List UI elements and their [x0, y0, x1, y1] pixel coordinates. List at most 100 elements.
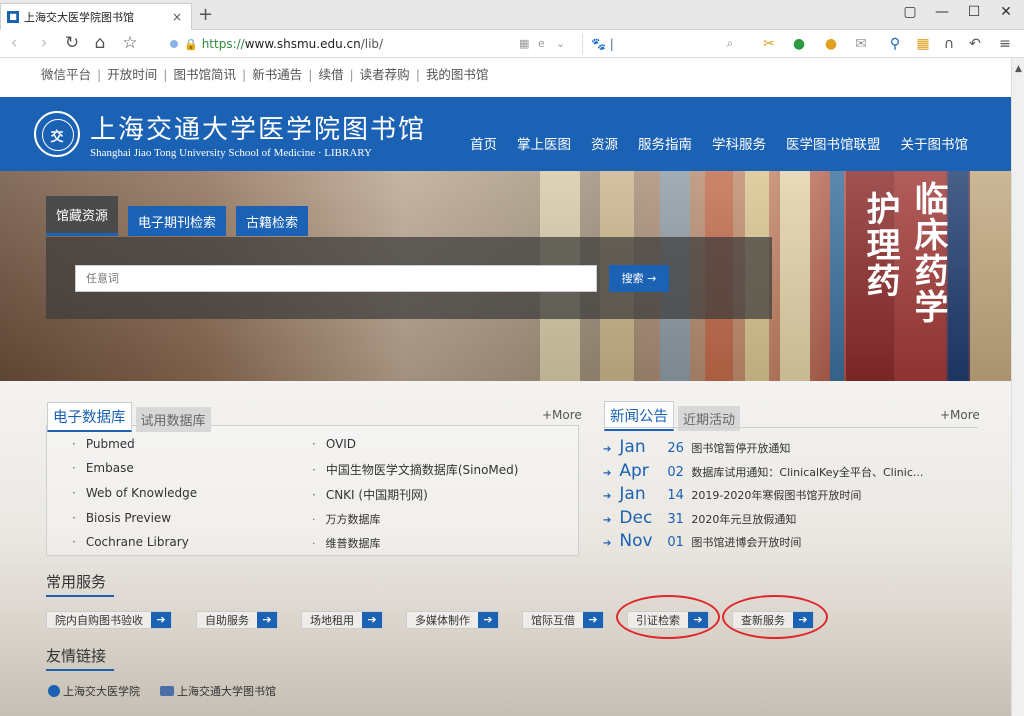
nav-mobile[interactable]: 掌上医图 — [517, 133, 571, 153]
new-tab-button[interactable]: + — [198, 5, 213, 25]
bullet-arrow-icon: ➔ — [603, 468, 612, 479]
search-tabs: 馆藏资源 电子期刊检索 古籍检索 — [46, 196, 318, 236]
friends-title: 友情链接 — [46, 647, 115, 671]
db-link[interactable]: Pubmed — [72, 437, 135, 451]
nav-home[interactable]: 首页 — [470, 133, 497, 153]
bookmark-star-icon[interactable]: ☆ — [120, 33, 140, 53]
top-link-new-books[interactable]: 新书通告 — [252, 67, 302, 82]
minimize-button[interactable]: — — [932, 4, 952, 20]
tab-trial-db[interactable]: 试用数据库 — [135, 407, 211, 432]
service-multimedia[interactable]: 多媒体制作 ➔ — [406, 611, 499, 629]
service-book-acceptance[interactable]: 院内自购图书验收 ➔ — [46, 611, 172, 629]
search-button[interactable]: 搜索 → — [609, 265, 669, 292]
arrow-right-icon: ➔ — [151, 612, 171, 628]
nav-alliance[interactable]: 医学图书馆联盟 — [786, 133, 881, 153]
top-links-bar: 微信平台 | 开放时间 | 图书馆简讯 | 新书通告 | 续借 | 读者荐购 | 我的图书馆 — [41, 67, 489, 82]
close-window-button[interactable]: ✕ — [996, 4, 1016, 20]
url-field[interactable]: 🔒 https://www.shsmu.edu.cn/lib/ — [170, 35, 570, 53]
db-link[interactable]: 万方数据库 — [312, 511, 381, 527]
tab-title: 上海交大医学院图书馆 — [24, 11, 134, 24]
highlight-circle-novelty — [722, 595, 828, 639]
bullet-arrow-icon: ➔ — [603, 444, 612, 455]
top-link-wechat[interactable]: 微信平台 — [41, 67, 91, 82]
browser-tab[interactable]: ■ 上海交大医学院图书馆 × — [0, 3, 192, 30]
service-venue-rental[interactable]: 场地租用 ➔ — [301, 611, 383, 629]
friend-link-sjtu-lib[interactable]: 上海交通大学图书馆 — [160, 683, 276, 699]
tab-electronic-db[interactable]: 电子数据库 — [47, 402, 132, 432]
db-link[interactable]: Web of Knowledge — [72, 486, 197, 500]
url-protocol: https:// — [201, 37, 245, 51]
top-link-briefing[interactable]: 图书馆简讯 — [173, 67, 236, 82]
dropdown-icon[interactable]: ⌄ — [556, 37, 565, 50]
nav-service-guide[interactable]: 服务指南 — [638, 133, 692, 153]
shsmu-logo-icon — [48, 685, 60, 697]
arrow-right-icon: ➔ — [257, 612, 277, 628]
url-path: /lib/ — [360, 37, 384, 51]
translate-icon[interactable]: ● — [790, 35, 808, 53]
top-link-recommend[interactable]: 读者荐购 — [360, 67, 410, 82]
top-link-renew[interactable]: 续借 — [318, 67, 343, 82]
news-item[interactable]: ➔ Jan 26 图书馆暂停开放通知 — [603, 437, 790, 457]
tab-collection[interactable]: 馆藏资源 — [46, 196, 119, 236]
top-link-hours[interactable]: 开放时间 — [107, 67, 157, 82]
database-more-link[interactable]: +More — [542, 408, 582, 422]
qr-code-icon[interactable]: ▦ — [519, 37, 529, 50]
scroll-up-icon[interactable]: ▲ — [1012, 64, 1024, 74]
bullet-arrow-icon: ➔ — [603, 491, 612, 502]
nav-about[interactable]: 关于图书馆 — [901, 133, 969, 153]
home-icon[interactable]: ⌂ — [90, 33, 110, 53]
service-interlibrary-loan[interactable]: 馆际互借 ➔ — [522, 611, 604, 629]
magnifier-icon[interactable]: ⚲ — [886, 35, 904, 53]
news-more-link[interactable]: +More — [940, 408, 980, 422]
nav-resources[interactable]: 资源 — [591, 133, 618, 153]
db-link[interactable]: Cochrane Library — [72, 535, 189, 549]
arrow-right-icon: ➔ — [583, 612, 603, 628]
tab-ejournal[interactable]: 电子期刊检索 — [128, 206, 227, 236]
search-engine-box[interactable]: 🐾 | — [582, 34, 738, 54]
site-info-icon[interactable] — [170, 40, 178, 48]
apps-grid-icon[interactable]: ▦ — [914, 35, 932, 53]
window-mode-icon[interactable]: ▢ — [900, 4, 920, 20]
db-link[interactable]: OVID — [312, 437, 356, 451]
undo-icon[interactable]: ↶ — [966, 35, 984, 53]
main-nav: 首页 掌上医图 资源 服务指南 学科服务 医学图书馆联盟 关于图书馆 — [450, 133, 968, 153]
db-link[interactable]: Biosis Preview — [72, 511, 171, 525]
url-host: www.shsmu.edu.cn — [244, 37, 361, 51]
news-item[interactable]: ➔ Nov 01 图书馆进博会开放时间 — [603, 531, 801, 551]
user-icon[interactable]: ∩ — [940, 35, 958, 53]
forward-icon[interactable]: › — [34, 33, 54, 53]
site-header: 交 上海交通大学医学院图书馆 Shanghai Jiao Tong Univer… — [0, 97, 1011, 171]
search-icon[interactable]: ⌕ — [720, 33, 740, 53]
lock-icon: 🔒 — [184, 37, 198, 51]
book-spine-1: 护理药 — [860, 191, 900, 299]
friend-link-shsmu[interactable]: 上海交大医学院 — [48, 683, 140, 699]
highlight-circle-citation — [616, 595, 720, 639]
site-logo-cn[interactable]: 上海交通大学医学院图书馆 — [90, 109, 426, 146]
reload-icon[interactable]: ↻ — [62, 33, 82, 53]
ie-mode-icon[interactable]: e — [538, 37, 545, 50]
db-link[interactable]: 维普数据库 — [312, 535, 381, 551]
coupon-icon[interactable]: ● — [822, 35, 840, 53]
page-scrollbar[interactable]: ▲ — [1011, 58, 1024, 716]
db-link[interactable]: 中国生物医学文摘数据库(SinoMed) — [312, 461, 519, 478]
news-item[interactable]: ➔ Dec 31 2020年元旦放假通知 — [603, 508, 796, 528]
news-item[interactable]: ➔ Jan 14 2019-2020年寒假图书馆开放时间 — [603, 484, 861, 504]
maximize-button[interactable]: ☐ — [964, 4, 984, 20]
mail-icon[interactable]: ✉ — [852, 35, 870, 53]
book-spine-2: 临床药学 — [908, 181, 948, 325]
browser-tab-bar: ■ 上海交大医学院图书馆 × + ▢ — ☐ ✕ — [0, 0, 1024, 30]
scissors-icon[interactable]: ✂ — [760, 35, 778, 53]
tab-close-icon[interactable]: × — [169, 10, 185, 24]
top-link-my-library[interactable]: 我的图书馆 — [426, 67, 489, 82]
news-item[interactable]: ➔ Apr 02 数据库试用通知：ClinicalKey全平台、Clinic... — [603, 461, 923, 481]
database-tabs: 电子数据库 试用数据库 — [47, 402, 215, 432]
tab-ancient-books[interactable]: 古籍检索 — [236, 206, 309, 236]
menu-icon[interactable]: ≡ — [996, 35, 1014, 53]
nav-subject-service[interactable]: 学科服务 — [712, 133, 766, 153]
bullet-arrow-icon: ➔ — [603, 515, 612, 526]
back-icon[interactable]: ‹ — [4, 33, 24, 53]
search-input[interactable] — [75, 265, 597, 292]
service-self-service[interactable]: 自助服务 ➔ — [196, 611, 278, 629]
db-link[interactable]: CNKI (中国期刊网) — [312, 486, 428, 503]
db-link[interactable]: Embase — [72, 461, 134, 475]
